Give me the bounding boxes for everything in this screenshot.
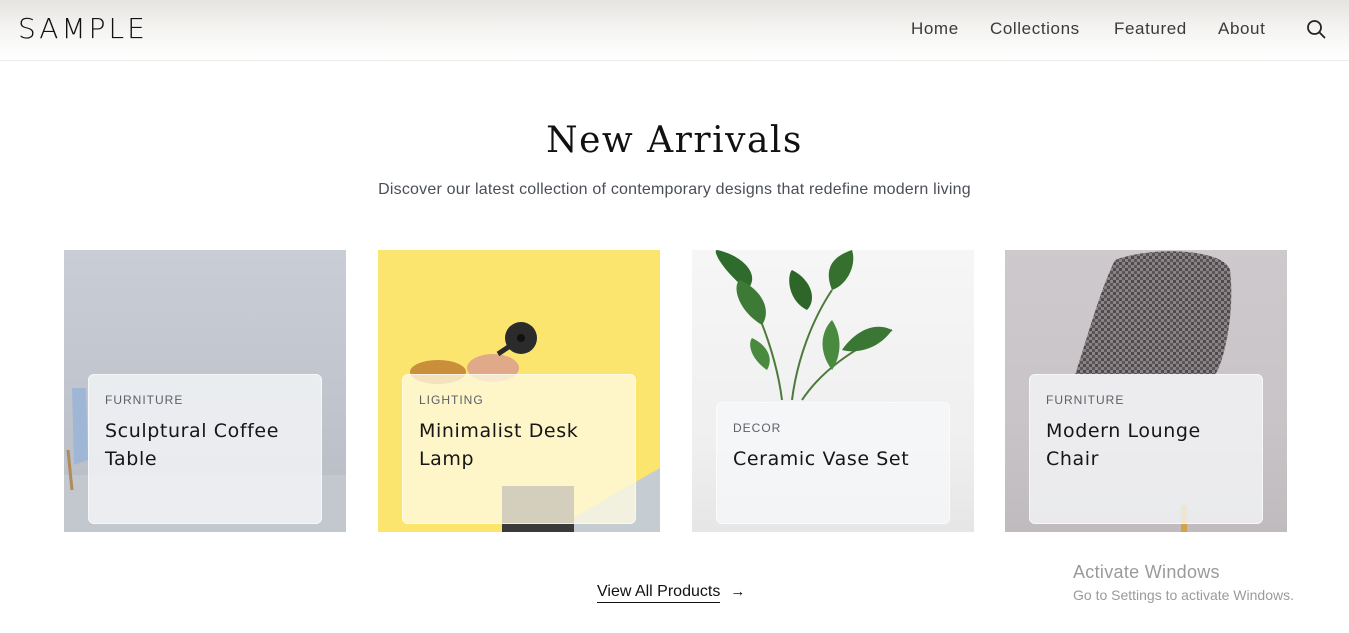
product-name[interactable]: Minimalist Desk Lamp	[419, 417, 619, 473]
product-card-modern-lounge-chair[interactable]: FURNITURE Modern Lounge Chair	[1005, 250, 1287, 532]
arrow-right-icon: →	[730, 583, 746, 600]
nav-link-about[interactable]: About	[1218, 19, 1265, 39]
product-info-panel: FURNITURE Sculptural Coffee Table	[88, 374, 322, 524]
windows-activation-watermark: Activate Windows Go to Settings to activ…	[1073, 562, 1294, 603]
product-category: FURNITURE	[1046, 393, 1125, 407]
main-nav: Home Collections Featured About	[0, 19, 1349, 43]
page-title: New Arrivals	[546, 120, 803, 161]
product-name[interactable]: Modern Lounge Chair	[1046, 417, 1246, 473]
nav-link-home[interactable]: Home	[911, 19, 959, 39]
view-all-products-link[interactable]: View All Products →	[597, 583, 745, 605]
product-category: DECOR	[733, 421, 782, 435]
product-info-panel: DECOR Ceramic Vase Set	[716, 402, 950, 524]
product-info-panel: FURNITURE Modern Lounge Chair	[1029, 374, 1263, 524]
product-card-minimalist-desk-lamp[interactable]: LIGHTING Minimalist Desk Lamp	[378, 250, 660, 532]
product-name[interactable]: Ceramic Vase Set	[733, 445, 933, 473]
site-header: SAMPLE Home Collections Featured About	[0, 0, 1349, 61]
watermark-subtitle: Go to Settings to activate Windows.	[1073, 587, 1294, 603]
nav-link-featured[interactable]: Featured	[1114, 19, 1187, 39]
nav-link-collections[interactable]: Collections	[990, 19, 1080, 39]
product-card-sculptural-coffee-table[interactable]: FURNITURE Sculptural Coffee Table	[64, 250, 346, 532]
product-info-panel: LIGHTING Minimalist Desk Lamp	[402, 374, 636, 524]
product-card-ceramic-vase-set[interactable]: DECOR Ceramic Vase Set	[692, 250, 974, 532]
product-name[interactable]: Sculptural Coffee Table	[105, 417, 305, 473]
watermark-title: Activate Windows	[1073, 562, 1220, 582]
product-category: FURNITURE	[105, 393, 184, 407]
page-subtitle: Discover our latest collection of contem…	[378, 181, 971, 198]
search-icon[interactable]	[1306, 19, 1326, 39]
view-all-label: View All Products	[597, 583, 721, 603]
product-category: LIGHTING	[419, 393, 484, 407]
